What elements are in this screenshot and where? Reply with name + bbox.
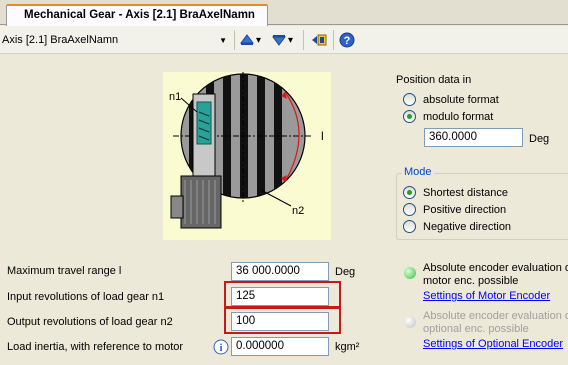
modulo-unit: Deg <box>529 133 550 145</box>
motor-encoder-text-1: Absolute encoder evaluation of <box>423 262 568 274</box>
output-rev-label: Output revolutions of load gear n2 <box>7 316 173 328</box>
l-label: l <box>321 129 324 143</box>
max-travel-unit: Deg <box>335 266 356 278</box>
load-inertia-field[interactable]: 0.000000 <box>231 337 329 356</box>
absolute-format-label[interactable]: absolute format <box>423 94 499 106</box>
negative-direction-label[interactable]: Negative direction <box>423 221 511 233</box>
mode-title: Mode <box>402 166 434 178</box>
svg-text:?: ? <box>344 35 351 47</box>
n2-label: n2 <box>292 205 304 217</box>
position-data-title: Position data in <box>396 74 472 86</box>
move-down-button[interactable]: ▾ <box>272 31 293 49</box>
positive-direction-radio[interactable] <box>403 203 416 216</box>
input-rev-field[interactable]: 125 <box>231 287 329 306</box>
input-rev-label: Input revolutions of load gear n1 <box>7 291 165 303</box>
motor-encoder-settings-link[interactable]: Settings of Motor Encoder <box>423 290 550 302</box>
arrow-up-icon <box>240 34 254 45</box>
shortest-distance-label[interactable]: Shortest distance <box>423 187 508 199</box>
axis-select[interactable]: Axis [2.1] BraAxelNamn ▼ <box>2 32 230 49</box>
shortest-distance-radio[interactable] <box>403 186 416 199</box>
modulo-format-radio[interactable] <box>403 110 416 123</box>
move-up-button[interactable]: ▾ <box>240 31 261 49</box>
modulo-value-field[interactable]: 360.0000 <box>424 128 523 147</box>
optional-encoder-text-1: Absolute encoder evaluation of <box>423 310 568 322</box>
chevron-down-icon: ▼ <box>219 36 227 45</box>
svg-text:i: i <box>219 342 222 354</box>
axis-select-value: Axis [2.1] BraAxelNamn <box>2 34 119 46</box>
toolbar-separator <box>234 30 235 50</box>
n1-label: n1 <box>169 91 181 103</box>
positive-direction-label[interactable]: Positive direction <box>423 204 506 216</box>
max-travel-field[interactable]: 36 000.0000 <box>231 262 329 281</box>
toolbar-separator <box>303 30 304 50</box>
optional-encoder-text-2: optional enc. possible <box>423 323 529 335</box>
load-inertia-unit: kgm² <box>335 341 360 353</box>
negative-direction-radio[interactable] <box>403 220 416 233</box>
dropdown-arrow-icon: ▾ <box>256 34 262 46</box>
tab-mechanical-gear[interactable]: Mechanical Gear - Axis [2.1] BraAxelNamn <box>6 4 268 26</box>
motor-encoder-text-2: motor enc. possible <box>423 275 519 287</box>
toolbar-separator <box>333 30 334 50</box>
optional-encoder-status-led <box>404 316 416 328</box>
optional-encoder-settings-link[interactable]: Settings of Optional Encoder <box>423 338 563 350</box>
goto-icon <box>312 34 327 46</box>
dropdown-arrow-icon: ▾ <box>288 34 294 46</box>
modulo-format-label[interactable]: modulo format <box>423 111 493 123</box>
load-inertia-label: Load inertia, with reference to motor <box>7 341 184 353</box>
goto-button[interactable] <box>311 31 327 49</box>
help-button[interactable]: ? <box>339 31 355 49</box>
info-icon[interactable]: i <box>213 339 229 358</box>
motor-encoder-status-led <box>404 267 416 279</box>
absolute-format-radio[interactable] <box>403 93 416 106</box>
max-travel-label: Maximum travel range l <box>7 265 122 277</box>
output-rev-field[interactable]: 100 <box>231 312 329 331</box>
arrow-down-icon <box>272 35 286 46</box>
help-icon: ? <box>339 32 355 48</box>
gear-illustration: n1 n2 l <box>163 72 331 240</box>
